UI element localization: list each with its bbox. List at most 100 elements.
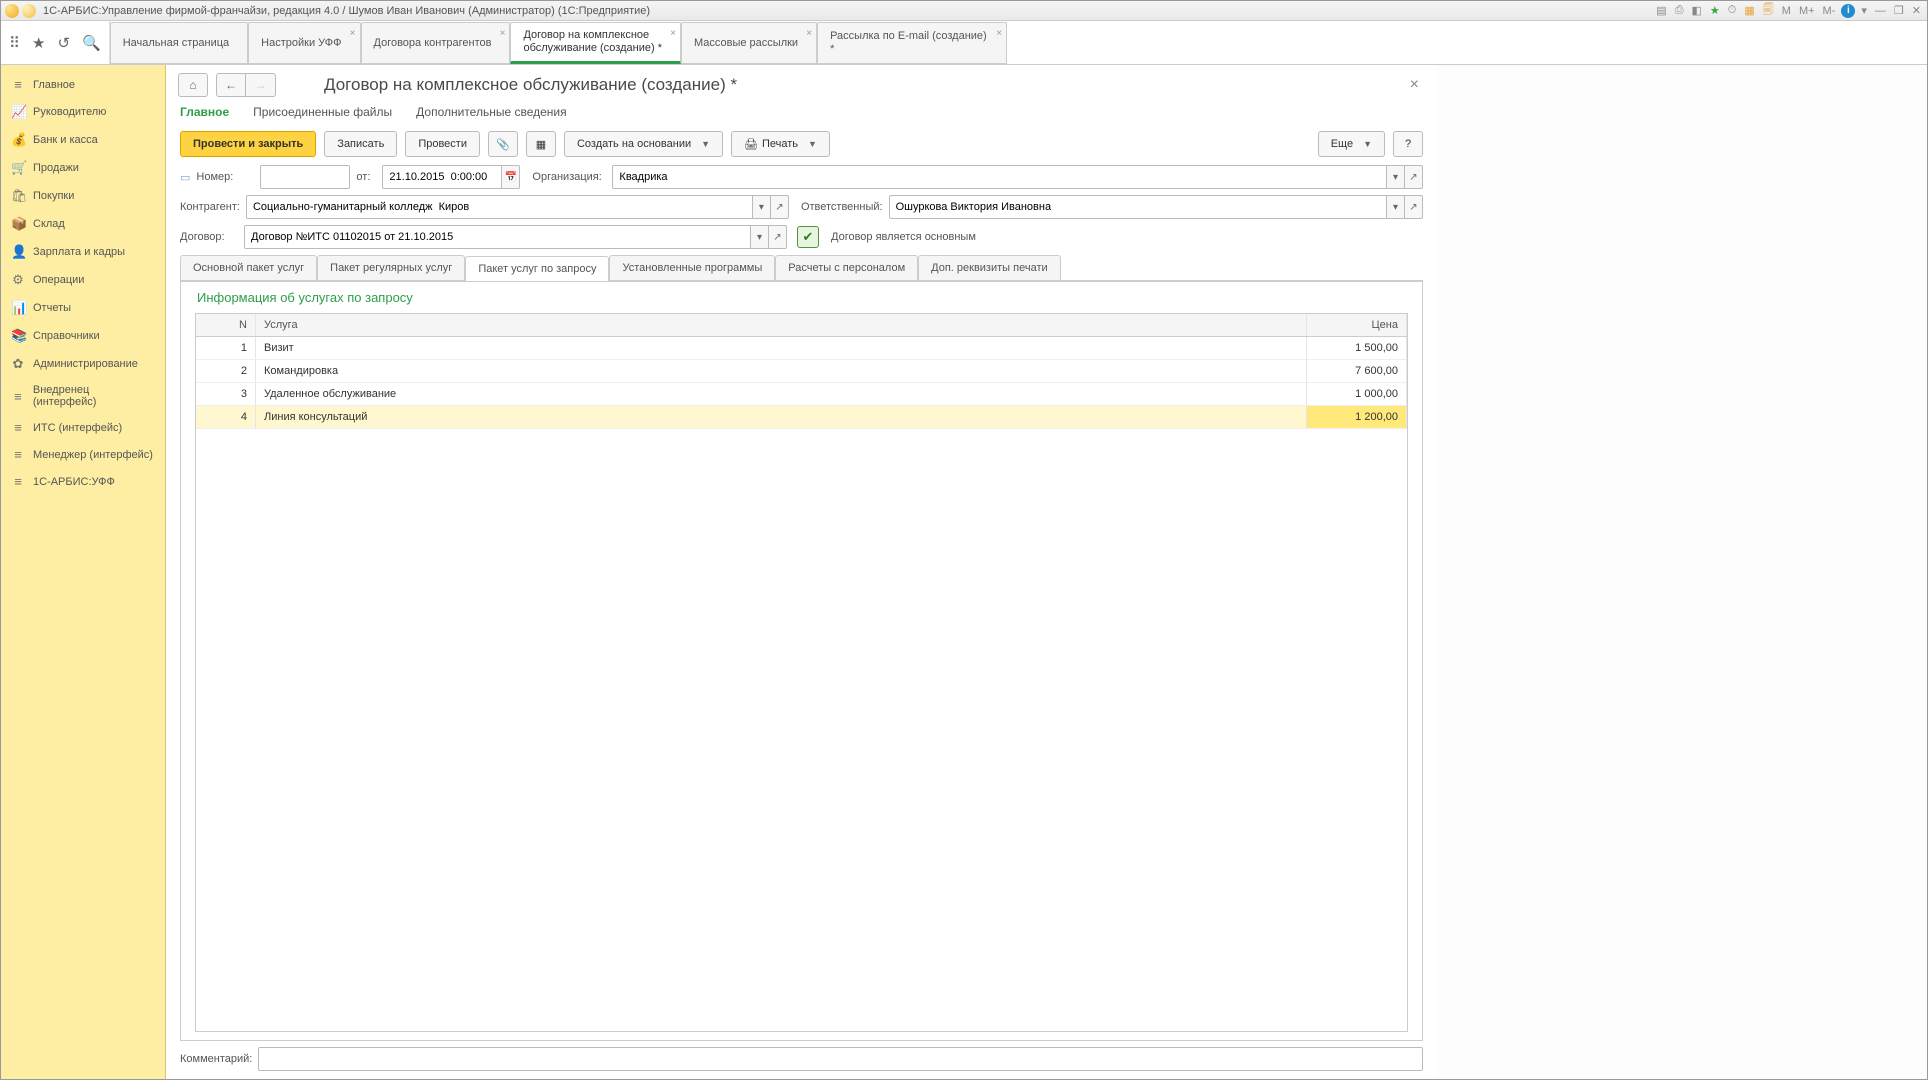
sidebar-item-label: Покупки [33, 190, 74, 202]
cell-price: 7 600,00 [1307, 360, 1407, 382]
sys-icon[interactable]: 🗐 [1761, 1, 1776, 20]
star-icon[interactable]: ★ [32, 34, 45, 52]
table-row[interactable]: 1Визит1 500,00 [196, 337, 1407, 360]
dropdown-icon[interactable]: ▾ [751, 225, 769, 249]
contragent-field[interactable] [246, 195, 753, 219]
open-icon[interactable]: ↗ [1405, 165, 1423, 189]
number-field[interactable] [260, 165, 350, 189]
back-button[interactable]: ← [216, 73, 246, 97]
calendar-icon[interactable]: 📅 [502, 165, 520, 189]
top-tab[interactable]: Настройки УФФ× [248, 22, 360, 64]
top-tab-row: ⠿ ★ ↺ 🔍 Начальная страницаНастройки УФФ×… [1, 21, 1927, 65]
cell-service: Визит [256, 337, 1307, 359]
sidebar-item[interactable]: ≡ИТС (интерфейс) [1, 414, 165, 441]
table-row[interactable]: 2Командировка7 600,00 [196, 360, 1407, 383]
sidebar-item[interactable]: 📈Руководителю [1, 98, 165, 126]
top-tab[interactable]: Начальная страница [110, 22, 248, 64]
top-tab[interactable]: Договора контрагентов× [361, 22, 511, 64]
sidebar-item[interactable]: ≡1С-АРБИС:УФФ [1, 468, 165, 495]
close-page-icon[interactable]: × [1404, 76, 1425, 94]
sidebar-item[interactable]: 📚Справочники [1, 322, 165, 350]
tab-close-icon[interactable]: × [350, 27, 356, 40]
more-button[interactable]: Еще▼ [1318, 131, 1385, 157]
tab-close-icon[interactable]: × [500, 27, 506, 40]
subtab[interactable]: Присоединенные файлы [253, 105, 392, 119]
sys-mminus[interactable]: M- [1821, 5, 1838, 17]
inner-tab[interactable]: Пакет услуг по запросу [465, 256, 609, 281]
date-field[interactable] [382, 165, 502, 189]
dropdown-icon[interactable]: ▾ [753, 195, 771, 219]
sidebar-item-label: Руководителю [33, 106, 106, 118]
col-service-header[interactable]: Услуга [256, 314, 1307, 336]
structure-button[interactable]: ▦ [526, 131, 556, 157]
col-n-header[interactable]: N [196, 314, 256, 336]
inner-tab[interactable]: Установленные программы [609, 255, 775, 280]
sys-icon[interactable]: ⎙ [1673, 4, 1686, 17]
contract-field[interactable] [244, 225, 751, 249]
sys-icon[interactable]: ⏱ [1726, 4, 1739, 17]
inner-tab[interactable]: Расчеты с персоналом [775, 255, 918, 280]
nav-icon: ≡ [11, 389, 25, 404]
sidebar-item[interactable]: ≡Главное [1, 71, 165, 98]
subtab[interactable]: Дополнительные сведения [416, 105, 566, 119]
sys-icon[interactable]: ★ [1708, 4, 1722, 17]
dropdown-icon[interactable]: ▾ [1387, 195, 1405, 219]
main-contract-label: Договор является основным [831, 231, 976, 243]
sidebar-item[interactable]: ⚙Операции [1, 266, 165, 294]
sidebar-item[interactable]: 🛒Продажи [1, 154, 165, 182]
close-icon[interactable]: ✕ [1910, 4, 1923, 17]
tab-close-icon[interactable]: × [670, 27, 676, 40]
sidebar-item[interactable]: 📊Отчеты [1, 294, 165, 322]
create-based-button[interactable]: Создать на основании▼ [564, 131, 723, 157]
home-button[interactable]: ⌂ [178, 73, 208, 97]
maximize-icon[interactable]: ❐ [1892, 4, 1906, 17]
inner-tab[interactable]: Основной пакет услуг [180, 255, 317, 280]
sys-icon[interactable]: ▦ [1742, 4, 1756, 17]
post-button[interactable]: Провести [405, 131, 480, 157]
inner-tab[interactable]: Доп. реквизиты печати [918, 255, 1060, 280]
attach-button[interactable]: 📎 [488, 131, 518, 157]
open-icon[interactable]: ↗ [769, 225, 787, 249]
sys-m[interactable]: M [1780, 5, 1793, 17]
toolbar: Провести и закрыть Записать Провести 📎 ▦… [166, 127, 1437, 165]
info-icon[interactable]: i [1841, 4, 1855, 18]
sys-icon[interactable]: ◧ [1690, 4, 1704, 17]
table-row[interactable]: 3Удаленное обслуживание1 000,00 [196, 383, 1407, 406]
print-button[interactable]: 🖨Печать▼ [731, 131, 830, 157]
sidebar-item[interactable]: 📦Склад [1, 210, 165, 238]
open-icon[interactable]: ↗ [771, 195, 789, 219]
tab-close-icon[interactable]: × [996, 27, 1002, 40]
responsible-field[interactable] [889, 195, 1387, 219]
comment-field[interactable] [258, 1047, 1423, 1071]
top-tab[interactable]: Рассылка по E-mail (создание) *× [817, 22, 1007, 64]
inner-tab[interactable]: Пакет регулярных услуг [317, 255, 465, 280]
subtab[interactable]: Главное [180, 105, 229, 119]
post-and-close-button[interactable]: Провести и закрыть [180, 131, 316, 157]
grid-icon[interactable]: ⠿ [9, 34, 20, 52]
sys-icon[interactable]: ▤ [1654, 4, 1668, 17]
sidebar-item[interactable]: 💰Банк и касса [1, 126, 165, 154]
sidebar-item[interactable]: 👤Зарплата и кадры [1, 238, 165, 266]
minimize-icon[interactable]: — [1873, 5, 1888, 17]
search-icon[interactable]: 🔍 [82, 34, 101, 52]
sidebar-item[interactable]: ≡Менеджер (интерфейс) [1, 441, 165, 468]
tab-close-icon[interactable]: × [806, 27, 812, 40]
cell-n: 2 [196, 360, 256, 382]
organization-field[interactable] [612, 165, 1387, 189]
main-contract-checkbox[interactable]: ✔ [797, 226, 819, 248]
top-tab[interactable]: Массовые рассылки× [681, 22, 817, 64]
sidebar-item[interactable]: ✿Администрирование [1, 350, 165, 378]
col-price-header[interactable]: Цена [1307, 314, 1407, 336]
history-icon[interactable]: ↺ [57, 34, 70, 52]
dropdown-icon[interactable]: ▾ [1387, 165, 1405, 189]
dropdown-icon[interactable]: ▾ [1859, 4, 1869, 17]
top-tab[interactable]: Договор на комплексноеобслуживание (созд… [510, 22, 681, 64]
help-button[interactable]: ? [1393, 131, 1423, 157]
open-icon[interactable]: ↗ [1405, 195, 1423, 219]
sys-mplus[interactable]: M+ [1797, 5, 1817, 17]
forward-button[interactable]: → [246, 73, 276, 97]
sidebar-item[interactable]: ≡Внедренец (интерфейс) [1, 378, 165, 414]
sidebar-item[interactable]: 🛍Покупки [1, 182, 165, 210]
table-row[interactable]: 4Линия консультаций1 200,00 [196, 406, 1407, 429]
save-button[interactable]: Записать [324, 131, 397, 157]
